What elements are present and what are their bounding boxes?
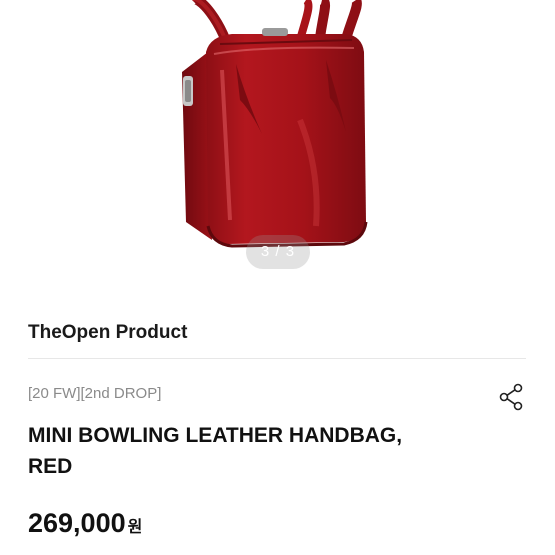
share-icon <box>499 383 523 411</box>
product-tags: [20 FW][2nd DROP] <box>28 385 162 402</box>
price-value: 269,000 <box>28 508 126 538</box>
price-currency: 원 <box>127 519 143 536</box>
product-title: MINI BOWLING LEATHER HANDBAG, RED <box>28 420 488 482</box>
product-title-line2: RED <box>28 455 73 478</box>
brand-row[interactable]: TheOpen Product <box>28 314 526 359</box>
brand-name[interactable]: TheOpen Product <box>28 322 187 344</box>
price-row: 269,000 원 <box>28 508 142 539</box>
share-button[interactable] <box>496 382 526 412</box>
product-image-gallery[interactable]: 3 / 3 <box>0 0 555 290</box>
image-page-indicator: 3 / 3 <box>246 235 310 269</box>
product-title-line1: MINI BOWLING LEATHER HANDBAG, <box>28 424 403 447</box>
